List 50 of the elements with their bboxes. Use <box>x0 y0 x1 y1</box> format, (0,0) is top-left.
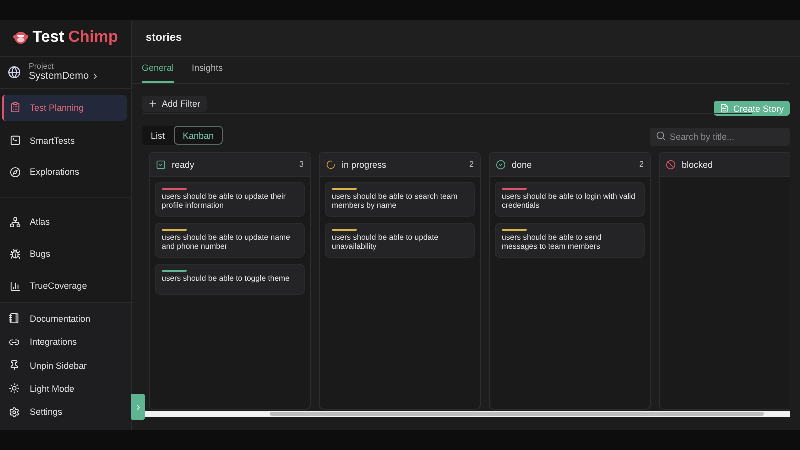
page-title: stories <box>146 32 182 44</box>
view-toggle[interactable]: List <box>142 126 174 145</box>
bar-chart-icon <box>10 280 21 292</box>
checkbox-icon <box>156 160 166 170</box>
spinner-icon <box>326 160 336 170</box>
card-count: 2 <box>640 160 644 169</box>
column-title: ready <box>172 160 196 170</box>
pin-icon <box>9 360 20 372</box>
ban-icon <box>666 160 676 170</box>
settings-icon <box>9 406 20 418</box>
terminal-icon <box>10 135 21 146</box>
tab[interactable]: Insights <box>192 63 224 83</box>
project-label: Project <box>29 62 54 72</box>
clipboard-icon <box>10 102 21 114</box>
sidebar-item[interactable]: SmartTests <box>2 126 127 155</box>
project-selector[interactable]: SystemDemo <box>29 71 100 82</box>
globe-icon <box>8 66 21 79</box>
sidebar-item[interactable]: Explorations <box>2 158 127 186</box>
notebook-icon <box>9 313 20 324</box>
sidebar-item[interactable]: Settings <box>0 400 131 424</box>
bug-icon <box>10 248 21 260</box>
column-title: in progress <box>342 160 388 170</box>
expand-sidebar-button[interactable] <box>131 394 145 420</box>
sidebar-item[interactable]: Atlas <box>2 208 127 236</box>
logo-text: Chimp <box>68 28 118 47</box>
card-count: 2 <box>470 160 474 169</box>
document-icon <box>720 104 730 113</box>
sidebar-item[interactable]: TrueCoverage <box>2 272 127 300</box>
check-circle-icon <box>496 160 506 170</box>
logo-text: Test <box>32 28 64 47</box>
plus-icon <box>148 99 158 109</box>
sidebar-item[interactable]: Integrations <box>0 330 131 354</box>
sidebar-item[interactable]: Light Mode <box>0 377 131 401</box>
chimp-logo-icon <box>12 30 29 46</box>
sun-icon <box>9 383 20 394</box>
card-count: 3 <box>300 160 304 169</box>
sidebar-item[interactable]: Documentation <box>0 307 131 330</box>
sidebar-item[interactable]: Bugs <box>2 240 127 268</box>
horizontal-scrollbar[interactable] <box>144 411 790 417</box>
compass-icon <box>10 166 21 178</box>
network-icon <box>10 216 21 228</box>
sidebar-item[interactable]: Unpin Sidebar <box>0 354 131 378</box>
tab[interactable]: General <box>142 63 174 83</box>
column-title: blocked <box>682 160 714 170</box>
column-title: done <box>512 160 534 170</box>
search-icon <box>656 130 666 140</box>
view-toggle[interactable]: Kanban <box>174 126 224 145</box>
search-field[interactable]: Search by title... <box>650 128 790 146</box>
sidebar-item[interactable]: Test Planning <box>2 94 127 121</box>
add-filter-button[interactable]: Add Filter <box>142 96 207 112</box>
